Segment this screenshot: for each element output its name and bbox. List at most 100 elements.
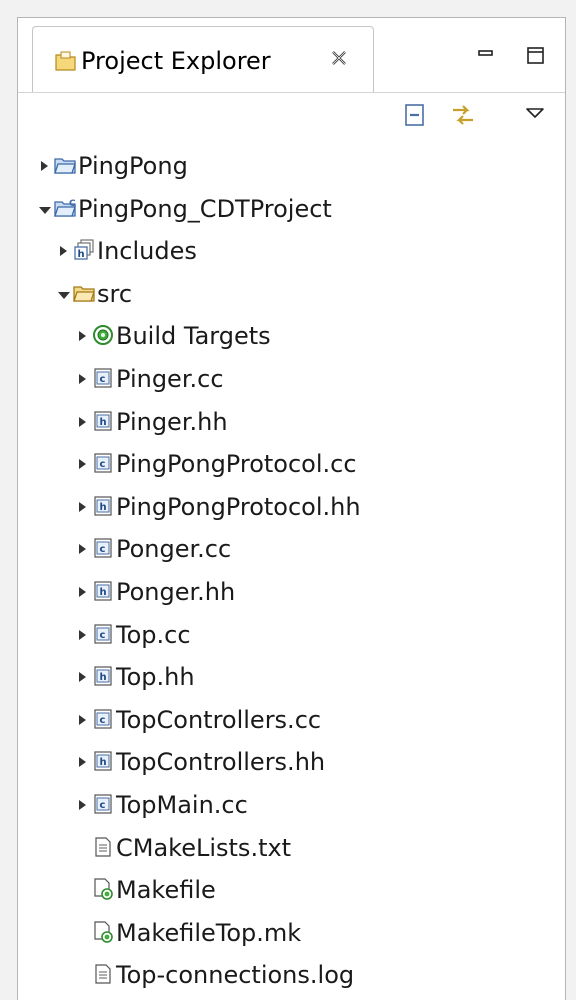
- view-toolbar: [18, 93, 565, 135]
- tree-item[interactable]: h Pinger.hh: [18, 401, 565, 444]
- header-file-icon: h: [92, 410, 114, 432]
- link-with-editor-icon[interactable]: [449, 101, 477, 129]
- collapse-arrow-icon[interactable]: [76, 499, 88, 513]
- tree-item-label: Top-connections.log: [116, 961, 355, 990]
- tree-item[interactable]: h Includes: [18, 230, 565, 273]
- tree-item-label: PingPongProtocol.hh: [116, 492, 361, 521]
- svg-text:h: h: [100, 672, 107, 683]
- tree-item[interactable]: h Ponger.hh: [18, 571, 565, 614]
- c-source-file-icon: c: [92, 452, 114, 474]
- tree-item-label: TopControllers.cc: [116, 705, 322, 734]
- tree-item-label: Ponger.cc: [116, 535, 232, 564]
- header-file-icon: h: [92, 665, 114, 687]
- tree-item-label: Makefile: [116, 876, 216, 905]
- collapse-arrow-icon[interactable]: [57, 243, 69, 257]
- includes-icon: h: [73, 239, 95, 261]
- c-source-file-icon: c: [92, 623, 114, 645]
- header-file-icon: h: [92, 580, 114, 602]
- project-explorer-view: Project Explorer PingPong C PingPong_CDT…: [17, 17, 566, 1000]
- collapse-arrow-icon[interactable]: [76, 371, 88, 385]
- project-explorer-tab[interactable]: Project Explorer: [32, 26, 374, 92]
- c-source-file-icon: c: [92, 537, 114, 559]
- tree-item-label: MakefileTop.mk: [116, 918, 302, 947]
- tree-item-label: Pinger.cc: [116, 364, 224, 393]
- svg-text:h: h: [100, 417, 107, 428]
- svg-text:c: c: [100, 459, 106, 470]
- collapse-arrow-icon[interactable]: [38, 158, 50, 172]
- collapse-arrow-icon[interactable]: [76, 627, 88, 641]
- svg-text:h: h: [78, 249, 85, 260]
- tree-item[interactable]: Top-connections.log: [18, 954, 565, 997]
- svg-text:c: c: [100, 630, 106, 641]
- svg-text:h: h: [100, 757, 107, 768]
- collapse-arrow-icon[interactable]: [76, 414, 88, 428]
- collapse-arrow-icon[interactable]: [76, 456, 88, 470]
- c-source-file-icon: c: [92, 367, 114, 389]
- maximize-icon[interactable]: [526, 46, 546, 66]
- makefile-icon: [92, 878, 114, 900]
- tree-item-label: Top.cc: [116, 620, 191, 649]
- expand-arrow-icon[interactable]: [57, 286, 70, 300]
- text-file-icon: [92, 836, 114, 858]
- view-tab-bar: Project Explorer: [18, 18, 565, 93]
- tree-item[interactable]: src: [18, 273, 565, 316]
- c-source-file-icon: c: [92, 708, 114, 730]
- collapse-arrow-icon[interactable]: [76, 541, 88, 555]
- collapse-arrow-icon[interactable]: [76, 797, 88, 811]
- tree-item-label: PingPongProtocol.cc: [116, 450, 357, 479]
- tab-title: Project Explorer: [81, 47, 271, 75]
- svg-text:h: h: [100, 502, 107, 513]
- svg-text:C: C: [69, 199, 76, 209]
- collapse-arrow-icon[interactable]: [76, 712, 88, 726]
- tree-item-label: Top.hh: [116, 663, 195, 692]
- tree-item[interactable]: h Top.hh: [18, 656, 565, 699]
- collapse-all-icon[interactable]: [401, 101, 429, 129]
- cdt-project-icon: C: [54, 197, 76, 219]
- header-file-icon: h: [92, 750, 114, 772]
- collapse-arrow-icon[interactable]: [76, 754, 88, 768]
- expand-arrow-icon[interactable]: [38, 201, 51, 215]
- tree-item[interactable]: Makefile: [18, 869, 565, 912]
- tree-item[interactable]: c Top.cc: [18, 614, 565, 657]
- svg-text:c: c: [100, 800, 106, 811]
- view-menu-icon[interactable]: [525, 105, 553, 133]
- svg-text:c: c: [100, 544, 106, 555]
- text-file-icon: [92, 963, 114, 985]
- collapse-arrow-icon[interactable]: [76, 584, 88, 598]
- tree-item[interactable]: c PingPongProtocol.cc: [18, 443, 565, 486]
- collapse-arrow-icon[interactable]: [76, 328, 88, 342]
- tree-item[interactable]: C PingPong_CDTProject: [18, 188, 565, 231]
- tree-item[interactable]: PingPong: [18, 145, 565, 188]
- tree-item[interactable]: c Ponger.cc: [18, 528, 565, 571]
- project-explorer-icon: [55, 51, 77, 75]
- minimize-icon[interactable]: [476, 48, 496, 68]
- tree-item-label: Ponger.hh: [116, 577, 236, 606]
- makefile-icon: [92, 921, 114, 943]
- close-icon[interactable]: [330, 49, 348, 67]
- svg-text:c: c: [100, 374, 106, 385]
- tree-item[interactable]: MakefileTop.mk: [18, 912, 565, 955]
- tree-item-label: PingPong: [78, 152, 188, 180]
- folder-icon: [54, 154, 76, 176]
- tree-item-label: Includes: [97, 237, 197, 266]
- tree-item[interactable]: c TopControllers.cc: [18, 699, 565, 742]
- tree-item[interactable]: CMakeLists.txt: [18, 827, 565, 870]
- tree-item-label: src: [97, 279, 133, 308]
- c-source-file-icon: c: [92, 793, 114, 815]
- tree-item-label: CMakeLists.txt: [116, 833, 292, 862]
- tree-item[interactable]: c Pinger.cc: [18, 358, 565, 401]
- tree-item-label: TopControllers.hh: [116, 748, 326, 777]
- project-tree: PingPong C PingPong_CDTProjecth Includes src…: [18, 135, 565, 997]
- tree-item[interactable]: h PingPongProtocol.hh: [18, 486, 565, 529]
- tree-item-label: Build Targets: [116, 322, 271, 351]
- tree-item[interactable]: c TopMain.cc: [18, 784, 565, 827]
- svg-text:c: c: [100, 715, 106, 726]
- tree-item-label: Pinger.hh: [116, 407, 228, 436]
- tree-item[interactable]: h TopControllers.hh: [18, 741, 565, 784]
- svg-text:h: h: [100, 587, 107, 598]
- tree-item[interactable]: Build Targets: [18, 315, 565, 358]
- tree-item-label: TopMain.cc: [116, 790, 248, 819]
- tree-item-label: PingPong_CDTProject: [78, 194, 332, 223]
- header-file-icon: h: [92, 495, 114, 517]
- collapse-arrow-icon[interactable]: [76, 669, 88, 683]
